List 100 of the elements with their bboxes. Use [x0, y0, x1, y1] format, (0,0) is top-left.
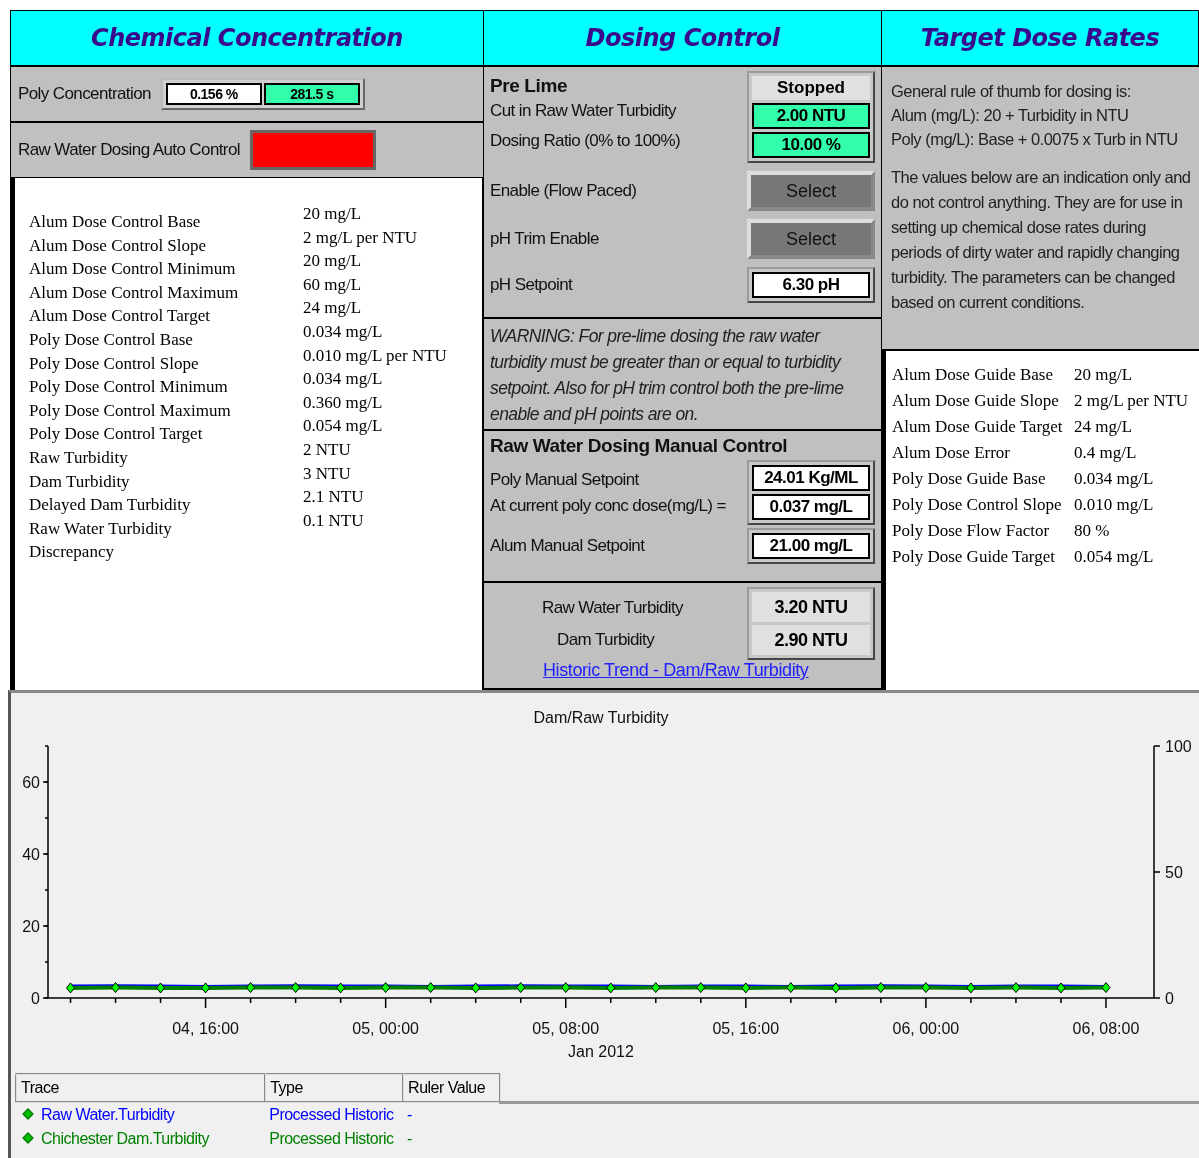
field-label: Cut in Raw Water Turbidity: [490, 101, 678, 121]
parameter-value: 20 mg/L: [303, 203, 363, 225]
data-marker: [741, 982, 751, 994]
data-marker: [156, 982, 166, 994]
value-field[interactable]: 6.30 pH: [752, 272, 870, 298]
value-display: 2.00 NTU: [752, 103, 870, 129]
data-marker: [381, 982, 391, 994]
parameter-value: 0.034 mg/L: [303, 320, 384, 343]
column-header[interactable]: Type: [265, 1074, 404, 1102]
field-label: Poly Concentration: [18, 84, 151, 104]
data-marker: [66, 982, 75, 994]
field-label: Dosing Ratio (0% to 100%): [490, 131, 681, 151]
rule-text: Alum (mg/L): 20 + Turbidity in NTU: [891, 105, 1130, 126]
field-label: Alum Manual Setpoint: [490, 536, 645, 556]
field-label: At current poly conc dose(mg/L) =: [490, 495, 726, 516]
section-title: Dosing Control: [585, 24, 780, 52]
trace-name: Chichester Dam.Turbidity: [41, 1130, 209, 1147]
select-button[interactable]: Select: [747, 219, 875, 259]
note-text: The values below are an indication only and do not control anything. They are for use in setting up chemical dose rates during periods of dirty water and rapidly changing turbidity. The parameters can be changed based on current conditions.: [891, 167, 1192, 313]
data-marker: [786, 982, 796, 994]
parameter-label: Dam Turbidity: [29, 470, 131, 493]
value-display: 281.5 s: [263, 83, 360, 105]
field-label: Raw Water Dosing Auto Control: [18, 140, 240, 160]
select-button[interactable]: Select: [747, 171, 875, 211]
parameter-label: Poly Dose Control Minimum: [29, 376, 229, 399]
group-title: Raw Water Dosing Manual Control: [490, 435, 789, 457]
field-label: Dam Turbidity: [556, 629, 656, 650]
guide-label: Alum Dose Error: [892, 442, 1012, 464]
data-marker: [1011, 982, 1021, 994]
data-marker: [1101, 982, 1111, 994]
parameter-value: 2 mg/L per NTU: [303, 226, 419, 249]
ruler-value: -: [406, 1129, 413, 1149]
axis-label: 40: [22, 846, 40, 863]
data-marker: [336, 982, 346, 994]
parameter-value: 20 mg/L: [303, 250, 363, 273]
guide-label: Poly Dose Flow Factor: [892, 520, 1051, 542]
section-title: Chemical Concentration: [91, 24, 403, 52]
parameter-label: Poly Dose Control Target: [29, 423, 204, 446]
data-marker: [966, 982, 976, 994]
axis-label: 05, 16:00: [712, 1020, 780, 1037]
data-marker: [111, 982, 121, 994]
warning-text: WARNING: For pre-lime dosing the raw water turbidity must be greater than or equal to turbidity setpoint. Also for pH trim control both the pre-lime enable and pH points are on.: [490, 325, 845, 426]
parameter-value: 0.034 mg/L: [303, 368, 384, 391]
parameter-label: Raw Turbidity: [29, 446, 129, 469]
status-indicator[interactable]: [249, 130, 376, 170]
axis-label: 60: [22, 774, 40, 791]
parameter-label: Raw Water Turbidity Discrepancy: [29, 517, 173, 564]
value-field[interactable]: 0.037 mg/L: [752, 494, 870, 520]
status-display: Stopped: [752, 76, 870, 100]
trace-type: Processed Historic: [265, 1102, 404, 1127]
guide-value: 0.054 mg/L: [1074, 546, 1155, 568]
data-marker: [606, 982, 616, 994]
axis-label: 0: [31, 990, 40, 1007]
parameter-label: Alum Dose Control Target: [29, 305, 211, 328]
parameter-label: Alum Dose Control Slope: [29, 234, 208, 257]
data-marker: [831, 982, 841, 994]
trace-type: Processed Historic: [268, 1129, 395, 1149]
axis-label: 04, 16:00: [172, 1020, 239, 1037]
data-marker: [921, 982, 931, 994]
rule-text: Poly (mg/L): Base + 0.0075 x Turb in NTU: [891, 129, 1179, 150]
value-display: 10.00 %: [752, 132, 870, 158]
parameter-label: Alum Dose Control Minimum: [29, 258, 237, 281]
parameter-value: 0.010 mg/L per NTU: [303, 344, 448, 367]
ruler-value: -: [403, 1102, 501, 1127]
parameter-value: 0.360 mg/L: [303, 391, 384, 414]
value-display: 2.90 NTU: [752, 625, 870, 655]
parameter-label: Poly Dose Control Base: [29, 328, 194, 351]
group-title: Pre Lime: [490, 75, 569, 97]
guide-value: 2 mg/L per NTU: [1074, 390, 1190, 412]
field-label: pH Trim Enable: [490, 229, 599, 249]
value-field[interactable]: 24.01 Kg/ML: [752, 465, 870, 491]
data-marker: [471, 982, 481, 994]
parameter-label: Poly Dose Control Maximum: [29, 399, 232, 422]
data-marker: [1056, 982, 1066, 994]
axis-label: 100: [1165, 738, 1192, 755]
field-label: Raw Water Turbidity: [542, 597, 683, 618]
guide-label: Alum Dose Guide Base: [892, 364, 1054, 386]
data-marker: [516, 982, 526, 994]
data-marker: [696, 982, 706, 994]
guide-label: Poly Dose Guide Base: [892, 468, 1047, 490]
parameter-value: 2 NTU: [303, 438, 352, 461]
data-marker: [426, 982, 436, 994]
guide-value: 80 %: [1074, 520, 1111, 542]
parameter-value: 2.1 NTU: [303, 486, 365, 509]
column-header[interactable]: Ruler Value: [403, 1074, 501, 1102]
axis-label: 05, 08:00: [532, 1020, 600, 1037]
axis-label: 06, 00:00: [892, 1020, 960, 1037]
column-header[interactable]: Trace: [16, 1074, 266, 1102]
parameter-value: 0.1 NTU: [303, 509, 365, 532]
value-display: 3.20 NTU: [752, 592, 870, 622]
rule-text: General rule of thumb for dosing is:: [891, 81, 1132, 102]
field-label: Enable (Flow Paced): [490, 181, 637, 201]
parameter-label: Alum Dose Control Base: [29, 211, 202, 233]
trend-link[interactable]: Historic Trend - Dam/Raw Turbidity: [490, 660, 875, 681]
axis-label: 05, 00:00: [352, 1020, 419, 1037]
data-marker: [201, 982, 211, 994]
parameter-value: 0.054 mg/L: [303, 415, 384, 438]
value-field[interactable]: 21.00 mg/L: [752, 533, 870, 559]
parameter-value: 24 mg/L: [303, 297, 363, 320]
axis-label: 06, 08:00: [1072, 1020, 1140, 1037]
